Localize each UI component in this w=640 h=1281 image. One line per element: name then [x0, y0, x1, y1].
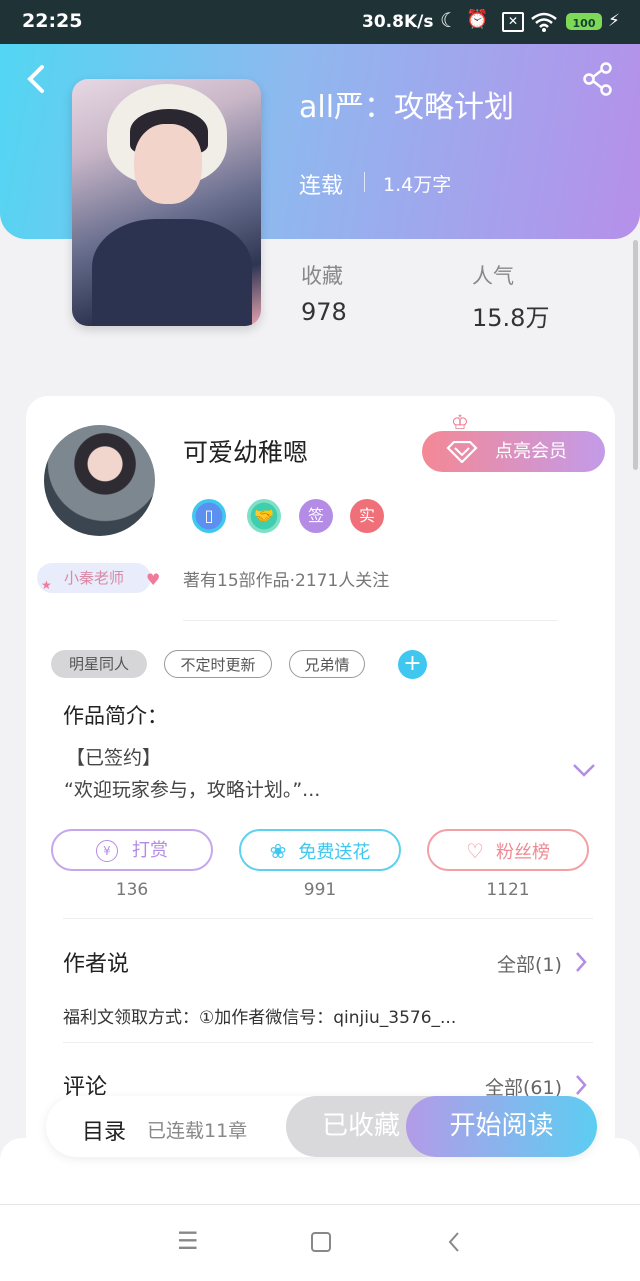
sim-off-icon: ✕	[502, 12, 524, 32]
start-reading-button[interactable]: 开始阅读	[406, 1096, 597, 1157]
heart-icon: ♥	[146, 570, 161, 589]
intro-heading: 作品简介：	[63, 704, 168, 728]
battery-icon: 100	[566, 13, 602, 30]
status-bar: 22:25 30.8K/s ☾ ⏰ ✕ 100 ⚡	[0, 0, 640, 44]
toc-button[interactable]: 目录	[82, 1114, 126, 1146]
share-icon[interactable]	[582, 62, 614, 96]
moon-icon: ☾	[440, 8, 458, 32]
handshake-badge-icon: 🤝	[247, 499, 281, 533]
author-say-heading: 作者说	[63, 952, 130, 977]
favorites-count: 978	[301, 298, 347, 326]
intro-line-2: “欢迎玩家参与，攻略计划。”...	[64, 779, 321, 801]
chevron-right-icon[interactable]	[574, 951, 588, 973]
send-flower-label: 免费送花	[298, 842, 371, 863]
divider	[63, 1042, 593, 1043]
teacher-badge: 小秦老师	[37, 563, 151, 593]
system-nav-bar: ☰	[0, 1204, 640, 1281]
favorites-label: 收藏	[301, 264, 343, 288]
intro-line-1: 【已签约】	[66, 747, 162, 769]
divider	[364, 172, 365, 192]
flower-icon: ❀	[269, 839, 287, 863]
book-title: all严：攻略计划	[299, 90, 515, 125]
chapter-count: 已连载11章	[147, 1120, 248, 1142]
tag-star-fanfic[interactable]: 明星同人	[51, 650, 147, 678]
back-nav-icon[interactable]	[447, 1231, 461, 1253]
signed-badge: 签	[299, 499, 333, 533]
fan-rank-button[interactable]: ♡ 粉丝榜	[427, 829, 589, 871]
author-say-more-link[interactable]: 全部(1)	[497, 950, 562, 977]
yen-icon: ¥	[96, 840, 118, 862]
vip-button[interactable]: 点亮会员	[422, 431, 605, 472]
chevron-right-icon[interactable]	[574, 1074, 588, 1096]
wifi-icon	[531, 12, 557, 32]
tag-irregular-update[interactable]: 不定时更新	[164, 650, 272, 678]
divider	[183, 620, 558, 621]
add-tag-button[interactable]: +	[398, 650, 427, 679]
expand-chevron-icon[interactable]	[572, 762, 596, 778]
flower-count: 991	[303, 880, 337, 900]
send-flower-button[interactable]: ❀ 免费送花	[239, 829, 401, 871]
verified-badge: 实	[350, 499, 384, 533]
author-avatar[interactable]	[44, 425, 155, 536]
divider	[63, 918, 593, 919]
author-works-info: 著有15部作品·2171人关注	[183, 571, 390, 591]
back-icon[interactable]	[24, 64, 48, 94]
home-icon[interactable]	[311, 1232, 331, 1252]
diamond-icon	[446, 441, 478, 463]
book-cover[interactable]	[72, 79, 261, 326]
alarm-icon: ⏰	[466, 9, 489, 30]
reward-count: 136	[115, 880, 149, 900]
fan-rank-label: 粉丝榜	[495, 842, 550, 863]
star-icon: ★	[41, 578, 52, 592]
network-speed: 30.8K/s	[362, 12, 434, 32]
reward-label: 打赏	[132, 840, 168, 861]
phone-badge-icon: ▯	[192, 499, 226, 533]
menu-icon[interactable]: ☰	[177, 1227, 199, 1255]
scrollbar[interactable]	[633, 240, 638, 470]
popularity-count: 15.8万	[472, 304, 550, 332]
author-name[interactable]: 可爱幼稚嗯	[183, 433, 308, 469]
user-heart-icon: ♡	[466, 839, 484, 863]
charging-icon: ⚡	[608, 11, 620, 31]
popularity-label: 人气	[472, 264, 514, 288]
author-say-text[interactable]: 福利文领取方式：①加作者微信号：qinjiu_3576_...	[63, 1003, 456, 1028]
serial-status: 连载	[299, 174, 344, 199]
tag-brotherhood[interactable]: 兄弟情	[289, 650, 365, 678]
reward-button[interactable]: ¥ 打赏	[51, 829, 213, 871]
fan-count: 1121	[486, 880, 530, 900]
word-count: 1.4万字	[383, 174, 452, 196]
clock: 22:25	[22, 10, 83, 32]
vip-label: 点亮会员	[495, 441, 567, 462]
